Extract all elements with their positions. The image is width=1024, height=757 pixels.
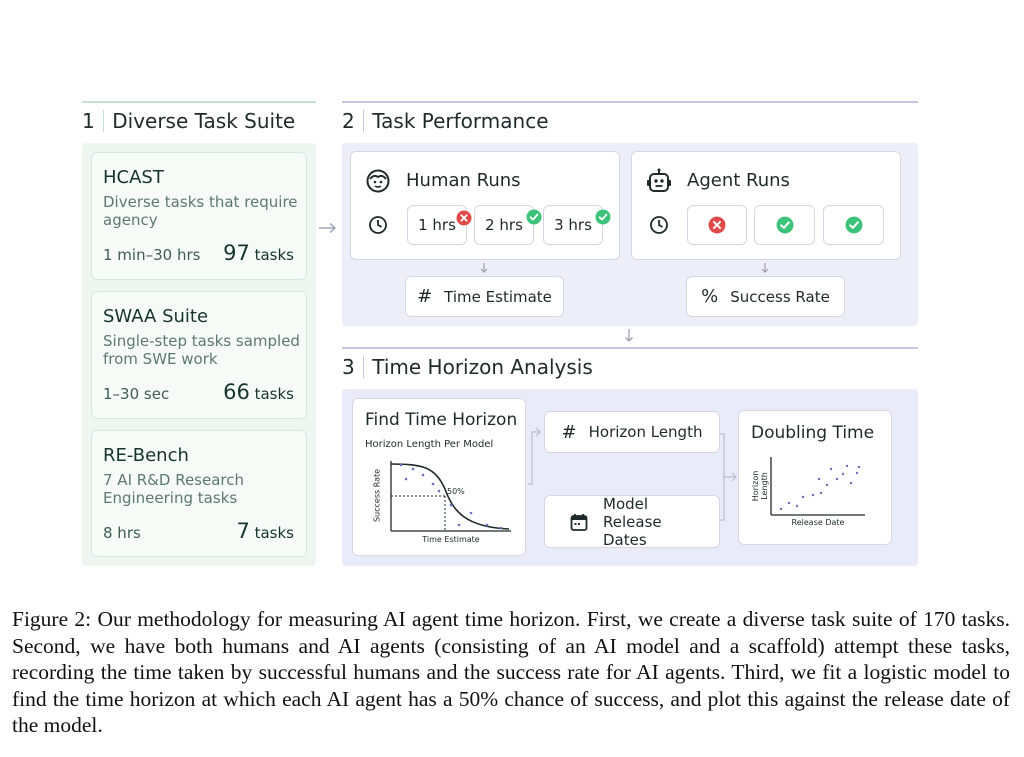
- hash-icon: #: [417, 286, 433, 307]
- agent-runs-card: Agent Runs: [631, 151, 901, 260]
- mini-chart-title: Horizon Length Per Model: [365, 439, 494, 450]
- human-face-icon: [366, 169, 390, 193]
- human-run-chip: 3 hrs: [543, 205, 603, 245]
- task-card-title: HCAST: [103, 167, 164, 188]
- success-check-icon: [776, 216, 793, 234]
- fail-x-icon: [456, 210, 472, 226]
- clock-icon: [369, 216, 387, 234]
- horizon-length-label: Horizon Length: [588, 423, 703, 441]
- human-run-label: 2 hrs: [485, 216, 523, 234]
- arrow-right-icon: [319, 222, 337, 234]
- section1-number: 1: [82, 109, 95, 133]
- release-dates-label: Model Release Dates: [603, 494, 662, 549]
- calendar-icon: [570, 513, 588, 531]
- task-card-time: 8 hrs: [103, 524, 141, 542]
- mini-chart-ylabel: Success Rate: [372, 468, 382, 523]
- human-runs-title: Human Runs: [406, 170, 521, 191]
- task-card-time: 1–30 sec: [103, 385, 170, 403]
- mini-chart-50-label: 50%: [447, 487, 465, 496]
- task-card-swaa: SWAA Suite Single-step tasks sampled fro…: [91, 291, 307, 419]
- figure-caption: Figure 2: Our methodology for measuring …: [12, 607, 1010, 737]
- task-card-desc: 7 AI R&D Research Engineering tasks: [103, 471, 245, 507]
- task-card-desc: Diverse tasks that require agency: [103, 193, 298, 229]
- human-runs-card: Human Runs 1 hrs 2 hrs 3 hrs: [350, 151, 620, 260]
- robot-icon: [647, 168, 671, 192]
- arrow-down-icon: [625, 329, 633, 342]
- scatter-points: [779, 464, 861, 511]
- section2-number: 2: [342, 109, 355, 133]
- task-count-unit: tasks: [254, 385, 294, 403]
- section3-number: 3: [342, 355, 355, 379]
- agent-runs-title: Agent Runs: [687, 170, 790, 191]
- task-count-number: 7: [236, 519, 250, 543]
- arrow-down-icon: [480, 263, 488, 273]
- scatter-xlabel: Release Date: [791, 518, 845, 527]
- mini-chart-xlabel: Time Estimate: [422, 535, 480, 544]
- section3-title: Time Horizon Analysis: [372, 355, 593, 379]
- success-check-icon: [526, 209, 542, 225]
- task-card-desc: Single-step tasks sampled from SWE work: [103, 332, 300, 368]
- fail-x-icon: [708, 216, 726, 234]
- agent-run-chip: [823, 205, 884, 245]
- section1-divider: [102, 110, 105, 132]
- section1-title: Diverse Task Suite: [112, 109, 296, 133]
- success-rate-label: Success Rate: [730, 287, 830, 306]
- connector-bracket: [720, 433, 737, 521]
- section2-divider: [362, 110, 365, 132]
- section1-top-rule: [82, 101, 316, 103]
- horizon-length-chip: # Horizon Length: [544, 411, 720, 453]
- arrow-down-icon: [761, 263, 769, 273]
- human-run-label: 3 hrs: [554, 216, 592, 234]
- task-count-number: 97: [223, 241, 250, 265]
- doubling-time-card: Doubling Time Horizon Length Release Dat…: [738, 410, 892, 545]
- find-time-horizon-card: Find Time Horizon Horizon Length Per Mod…: [352, 398, 526, 556]
- section3-header: 3 Time Horizon Analysis: [342, 354, 593, 380]
- task-count-unit: tasks: [254, 246, 294, 264]
- doubling-time-title: Doubling Time: [751, 423, 875, 443]
- agent-run-chip: [687, 205, 747, 245]
- task-card-hcast: HCAST Diverse tasks that require agency …: [91, 152, 307, 280]
- success-rate-chip: % Success Rate: [686, 276, 845, 317]
- task-card-rebench: RE-Bench 7 AI R&D Research Engineering t…: [91, 430, 307, 557]
- release-dates-chip: Model Release Dates: [544, 494, 720, 549]
- section3-divider: [362, 356, 365, 378]
- task-count-unit: tasks: [254, 524, 294, 542]
- agent-run-chip: [754, 205, 815, 245]
- find-time-horizon-title: Find Time Horizon: [365, 410, 518, 430]
- task-card-title: RE-Bench: [103, 445, 189, 466]
- time-estimate-label: Time Estimate: [444, 287, 552, 306]
- task-card-count: 97 tasks: [223, 241, 294, 265]
- hash-icon: #: [561, 421, 577, 443]
- section3-top-rule: [342, 347, 918, 349]
- section2-title: Task Performance: [372, 109, 549, 133]
- scatter-ylabel: Horizon Length: [751, 470, 769, 502]
- task-count-number: 66: [223, 380, 250, 404]
- section2-top-rule: [342, 101, 918, 103]
- section1-header: 1 Diverse Task Suite: [82, 108, 295, 134]
- connector-bracket: [528, 427, 541, 485]
- success-check-icon: [595, 209, 611, 225]
- success-check-icon: [845, 216, 862, 234]
- task-card-title: SWAA Suite: [103, 306, 209, 327]
- task-card-count: 66 tasks: [223, 380, 294, 404]
- human-run-chip: 2 hrs: [474, 205, 534, 245]
- percent-icon: %: [701, 286, 719, 307]
- time-estimate-chip: # Time Estimate: [405, 276, 564, 317]
- task-card-time: 1 min–30 hrs: [103, 246, 201, 264]
- section2-header: 2 Task Performance: [342, 108, 549, 134]
- clock-icon: [650, 216, 668, 234]
- human-run-label: 1 hrs: [418, 216, 456, 234]
- task-card-count: 7 tasks: [236, 519, 294, 543]
